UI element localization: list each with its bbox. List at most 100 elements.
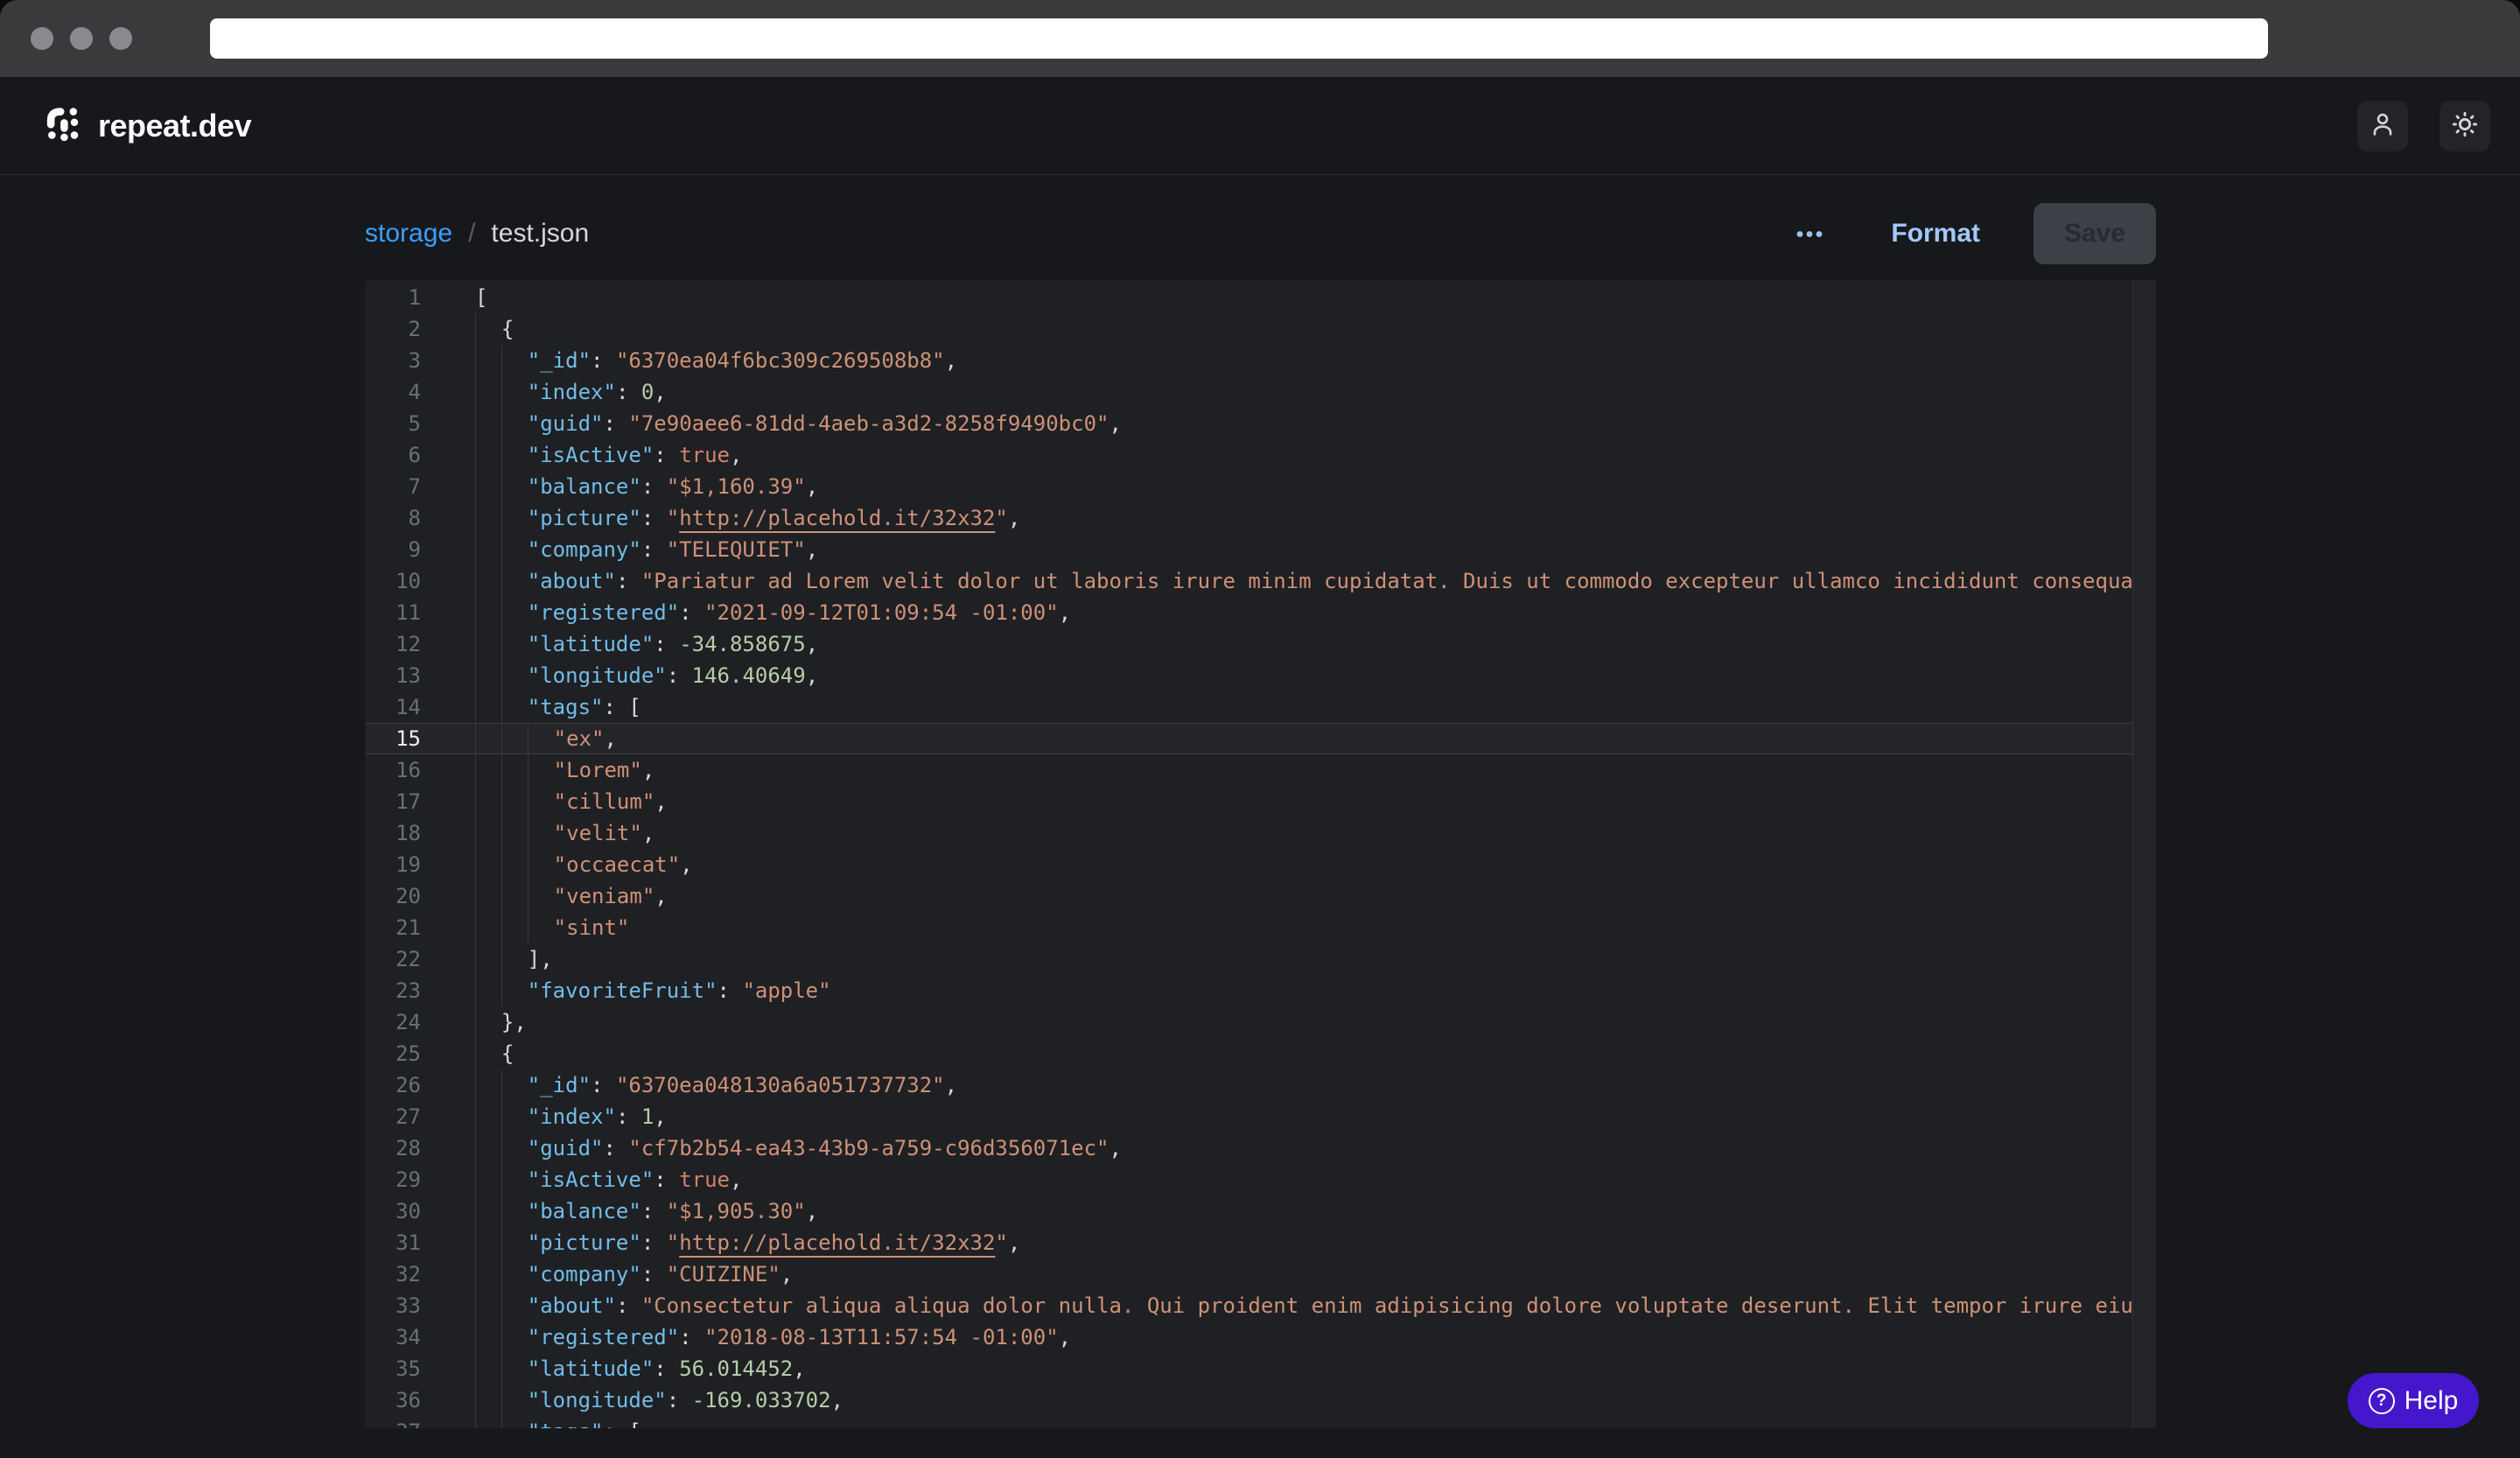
code-line[interactable]: 24}, xyxy=(365,1006,2132,1038)
url-bar[interactable] xyxy=(210,18,2268,59)
code-token: : xyxy=(641,1262,667,1286)
code-content: "isActive": true, xyxy=(421,439,2132,471)
window-zoom-button[interactable] xyxy=(109,27,132,50)
indent-guide xyxy=(528,754,554,786)
code-content: ], xyxy=(421,943,2132,975)
code-line[interactable]: 9"company": "TELEQUIET", xyxy=(365,534,2132,565)
code-line[interactable]: 33"about": "Consectetur aliqua aliqua do… xyxy=(365,1290,2132,1321)
code-token: , xyxy=(604,726,616,751)
code-line[interactable]: 10"about": "Pariatur ad Lorem velit dolo… xyxy=(365,565,2132,597)
logo[interactable]: repeat.dev xyxy=(46,104,251,147)
code-line[interactable]: 1[ xyxy=(365,282,2132,313)
indent-guide xyxy=(501,1384,528,1416)
code-token: : xyxy=(654,443,679,467)
indent-guide xyxy=(475,408,501,439)
code-line[interactable]: 16"Lorem", xyxy=(365,754,2132,786)
line-number: 12 xyxy=(365,628,421,660)
code-token: "index" xyxy=(528,380,616,404)
code-content: "guid": "7e90aee6-81dd-4aeb-a3d2-8258f94… xyxy=(421,408,2132,439)
help-button[interactable]: ? Help xyxy=(2348,1373,2479,1428)
code-line[interactable]: 26"_id": "6370ea048130a6a051737732", xyxy=(365,1069,2132,1101)
code-line[interactable]: 2{ xyxy=(365,313,2132,345)
code-line[interactable]: 21"sint" xyxy=(365,912,2132,943)
code-token: : xyxy=(616,1104,641,1129)
code-content: "registered": "2018-08-13T11:57:54 -01:0… xyxy=(421,1321,2132,1353)
code-line[interactable]: 17"cillum", xyxy=(365,786,2132,817)
window-minimize-button[interactable] xyxy=(70,27,93,50)
code-token: "isActive" xyxy=(528,1167,654,1192)
code-line[interactable]: 27"index": 1, xyxy=(365,1101,2132,1132)
line-number: 25 xyxy=(365,1038,421,1069)
code-content: "index": 1, xyxy=(421,1101,2132,1132)
json-editor[interactable]: 1[2{3"_id": "6370ea04f6bc309c269508b8",4… xyxy=(365,280,2156,1428)
window-close-button[interactable] xyxy=(31,27,53,50)
breadcrumb-storage-link[interactable]: storage xyxy=(365,219,452,249)
code-line[interactable]: 7"balance": "$1,160.39", xyxy=(365,471,2132,502)
code-line[interactable]: 23"favoriteFruit": "apple" xyxy=(365,975,2132,1006)
code-line[interactable]: 30"balance": "$1,905.30", xyxy=(365,1195,2132,1227)
theme-toggle-button[interactable] xyxy=(2440,101,2490,151)
breadcrumb-current-file: test.json xyxy=(491,219,589,249)
code-line[interactable]: 11"registered": "2021-09-12T01:09:54 -01… xyxy=(365,597,2132,628)
code-line[interactable]: 34"registered": "2018-08-13T11:57:54 -01… xyxy=(365,1321,2132,1353)
code-line[interactable]: 3"_id": "6370ea04f6bc309c269508b8", xyxy=(365,345,2132,376)
code-token: : xyxy=(641,474,667,499)
code-content: "isActive": true, xyxy=(421,1164,2132,1195)
line-number: 23 xyxy=(365,975,421,1006)
code-line[interactable]: 28"guid": "cf7b2b54-ea43-43b9-a759-c96d3… xyxy=(365,1132,2132,1164)
code-token: : xyxy=(667,1388,692,1412)
code-token: "company" xyxy=(528,537,641,562)
indent-guide xyxy=(475,376,501,408)
save-button[interactable]: Save xyxy=(2034,203,2156,264)
indent-guide xyxy=(475,817,501,849)
code-token: : xyxy=(654,632,679,656)
code-content: "veniam", xyxy=(421,880,2132,912)
code-line[interactable]: 22], xyxy=(365,943,2132,975)
line-number: 36 xyxy=(365,1384,421,1416)
account-button[interactable] xyxy=(2357,101,2408,151)
code-content: "longitude": -169.033702, xyxy=(421,1384,2132,1416)
code-line[interactable]: 13"longitude": 146.40649, xyxy=(365,660,2132,691)
code-content: { xyxy=(421,1038,2132,1069)
line-number: 31 xyxy=(365,1227,421,1258)
code-line[interactable]: 19"occaecat", xyxy=(365,849,2132,880)
indent-guide xyxy=(475,912,501,943)
code-token: "picture" xyxy=(528,506,641,530)
code-line[interactable]: 35"latitude": 56.014452, xyxy=(365,1353,2132,1384)
code-token: "tags" xyxy=(528,695,604,719)
code-line[interactable]: 8"picture": "http://placehold.it/32x32", xyxy=(365,502,2132,534)
code-content: "tags": [ xyxy=(421,691,2132,723)
breadcrumb-separator: / xyxy=(468,219,475,249)
code-token: "sint" xyxy=(554,915,630,940)
code-content: "balance": "$1,160.39", xyxy=(421,471,2132,502)
code-token: true xyxy=(679,443,730,467)
line-number: 26 xyxy=(365,1069,421,1101)
code-line[interactable]: 36"longitude": -169.033702, xyxy=(365,1384,2132,1416)
indent-guide xyxy=(475,471,501,502)
code-line[interactable]: 5"guid": "7e90aee6-81dd-4aeb-a3d2-8258f9… xyxy=(365,408,2132,439)
line-number: 4 xyxy=(365,376,421,408)
code-token: "$1,905.30" xyxy=(667,1199,806,1223)
format-button[interactable]: Format xyxy=(1886,218,1985,249)
editor-scrollbar[interactable] xyxy=(2132,280,2156,1428)
code-line[interactable]: 12"latitude": -34.858675, xyxy=(365,628,2132,660)
indent-guide xyxy=(475,502,501,534)
code-line[interactable]: 20"veniam", xyxy=(365,880,2132,912)
code-line[interactable]: 31"picture": "http://placehold.it/32x32"… xyxy=(365,1227,2132,1258)
code-line[interactable]: 37"tags": [ xyxy=(365,1416,2132,1428)
code-line[interactable]: 18"velit", xyxy=(365,817,2132,849)
code-line[interactable]: 32"company": "CUIZINE", xyxy=(365,1258,2132,1290)
code-line[interactable]: 6"isActive": true, xyxy=(365,439,2132,471)
code-token: , xyxy=(1109,411,1121,436)
code-token: , xyxy=(780,1262,793,1286)
code-content: { xyxy=(421,313,2132,345)
code-token: "$1,160.39" xyxy=(667,474,806,499)
code-line[interactable]: 4"index": 0, xyxy=(365,376,2132,408)
code-token: "longitude" xyxy=(528,1388,667,1412)
code-line[interactable]: 14"tags": [ xyxy=(365,691,2132,723)
overflow-menu-button[interactable] xyxy=(1788,219,1831,249)
line-number: 10 xyxy=(365,565,421,597)
code-line[interactable]: 25{ xyxy=(365,1038,2132,1069)
code-line[interactable]: 15"ex", xyxy=(365,723,2132,754)
code-line[interactable]: 29"isActive": true, xyxy=(365,1164,2132,1195)
